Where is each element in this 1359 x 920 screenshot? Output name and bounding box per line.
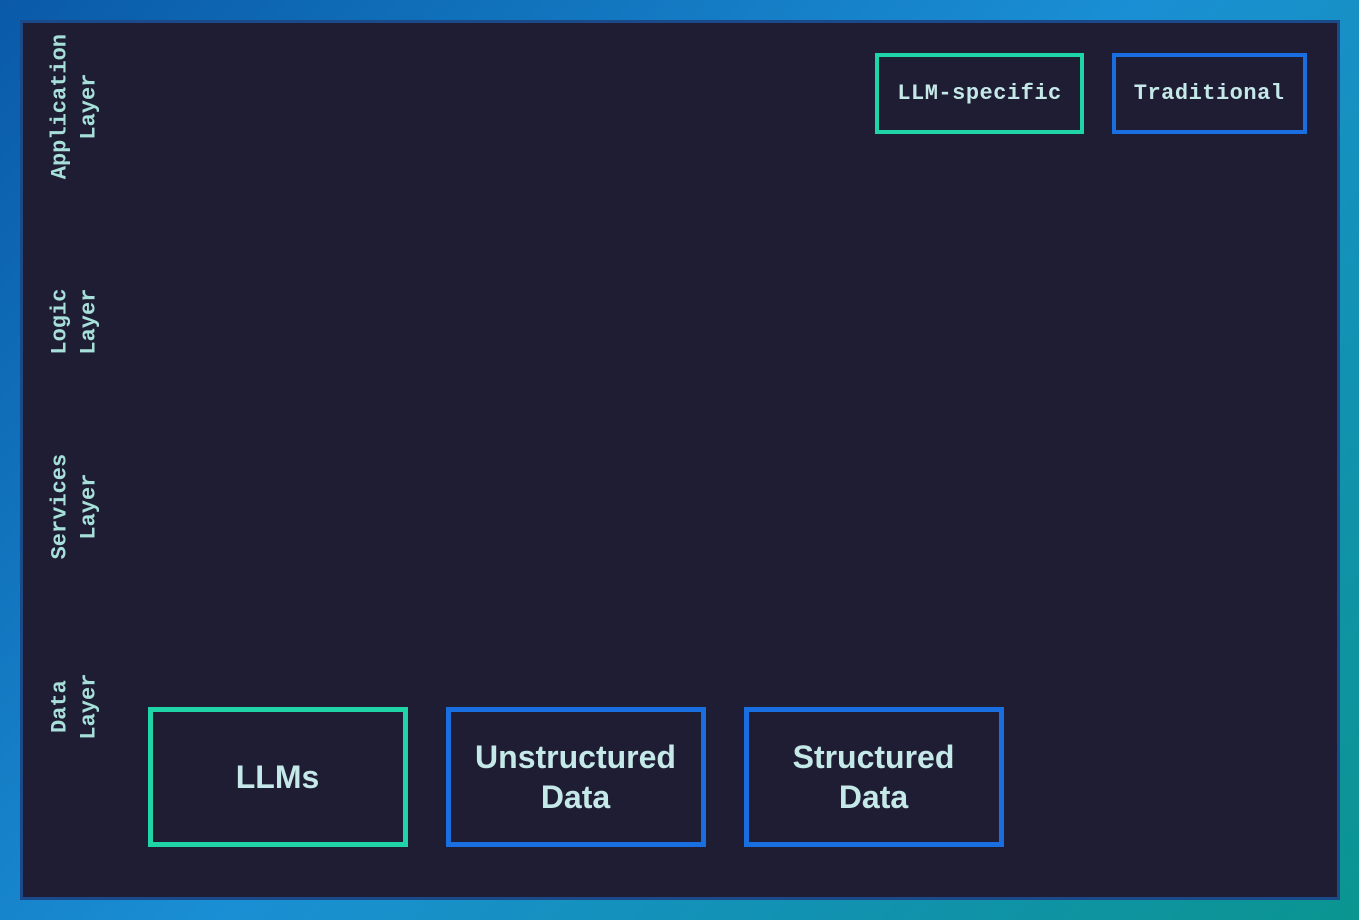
data-box-structured: StructuredData: [744, 707, 1004, 847]
data-box-unstructured: UnstructuredData: [446, 707, 706, 847]
layer-label-logic: LogicLayer: [46, 222, 103, 422]
legend-llm-specific: LLM-specific: [875, 53, 1083, 134]
legend: LLM-specific Traditional: [875, 53, 1306, 134]
data-box-llms: LLMs: [148, 707, 408, 847]
layer-label-services: ServicesLayer: [46, 407, 103, 607]
legend-traditional: Traditional: [1112, 53, 1307, 134]
layer-labels: ApplicationLayer LogicLayer ServicesLaye…: [35, 23, 115, 897]
layer-label-application: ApplicationLayer: [46, 7, 103, 207]
architecture-diagram: LLM-specific Traditional ApplicationLaye…: [20, 20, 1340, 900]
data-layer-row: LLMs UnstructuredData StructuredData: [148, 707, 1004, 847]
layer-label-data: DataLayer: [46, 607, 103, 807]
